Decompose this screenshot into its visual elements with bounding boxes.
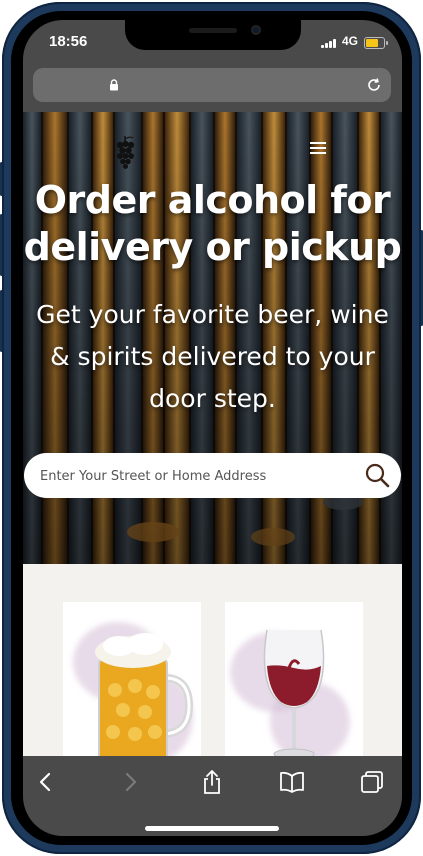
- home-indicator[interactable]: [145, 826, 279, 831]
- hero-title: Order alcohol for delivery or pickup: [23, 178, 402, 269]
- screen: 18:56 4G Order alcohol for delivery or p…: [23, 20, 402, 836]
- chevron-left-icon[interactable]: [33, 769, 59, 795]
- browser-toolbar: [23, 756, 402, 836]
- product-card-wine[interactable]: [225, 602, 363, 762]
- grapes-icon[interactable]: [113, 134, 137, 174]
- product-card-beer[interactable]: [63, 602, 201, 762]
- battery-icon: [364, 37, 388, 49]
- lock-icon: [110, 79, 118, 91]
- notch: [125, 20, 301, 50]
- network-label: 4G: [342, 34, 359, 48]
- earpiece-speaker: [189, 28, 237, 33]
- tabs-icon[interactable]: [359, 769, 385, 795]
- address-bar[interactable]: [33, 68, 391, 102]
- status-bar: 18:56 4G: [23, 20, 402, 68]
- front-camera: [251, 25, 261, 35]
- address-search-box: [24, 453, 401, 498]
- battery-level: [366, 39, 378, 47]
- address-input[interactable]: [40, 465, 340, 487]
- signal-icon: [321, 38, 337, 48]
- share-icon[interactable]: [199, 769, 225, 795]
- products-section: [23, 564, 402, 762]
- phone-mockup: 18:56 4G Order alcohol for delivery or p…: [0, 0, 423, 856]
- beer-mug-icon: [95, 633, 193, 762]
- hero-section: Order alcohol for delivery or pickup Get…: [23, 112, 402, 564]
- chevron-right-icon[interactable]: [117, 769, 143, 795]
- wine-glass-icon: [263, 629, 325, 760]
- browser-address-area: [23, 68, 402, 112]
- hero-subtitle: Get your favorite beer, wine & spirits d…: [36, 300, 389, 413]
- hamburger-icon[interactable]: [310, 142, 326, 154]
- status-time: 18:56: [49, 33, 88, 50]
- search-icon[interactable]: [364, 462, 390, 488]
- book-icon[interactable]: [279, 769, 305, 795]
- reload-icon[interactable]: [366, 77, 382, 93]
